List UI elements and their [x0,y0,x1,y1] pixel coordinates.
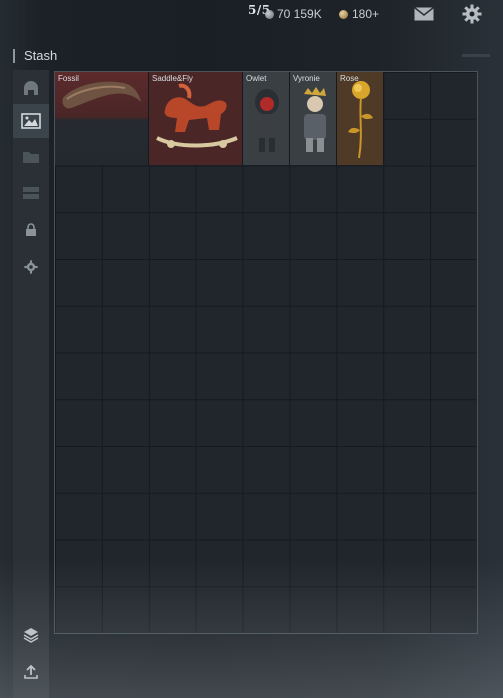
item-slot-fossil[interactable]: Fossil [55,72,149,165]
sidebar-item-settings[interactable] [13,250,49,284]
item-label: Saddle&Fly [152,74,193,83]
sidebar-item-layers[interactable] [13,618,49,652]
item-label: Vyronie [293,74,320,83]
sidebar-item-locked[interactable] [13,213,49,247]
item-slot-vyronie[interactable]: Vyronie [290,72,337,165]
sidebar-item-gallery[interactable] [13,104,49,138]
currency-amount: 70 159K [277,7,322,21]
folder-icon [23,152,39,163]
sidebar-item-upload[interactable] [13,655,49,689]
sidebar-item-equipment[interactable] [13,72,49,106]
currency-display: 70 159K [265,7,322,21]
lock-icon [26,223,36,236]
divider [462,54,490,57]
gallery-icon [21,113,41,129]
layers-icon [23,628,39,643]
upload-icon [24,664,38,679]
storage-icon [23,187,39,199]
item-slot-rose[interactable]: Rose [337,72,384,165]
stash-title: Stash [13,49,57,63]
gold-display[interactable]: 180+ [339,7,379,21]
gear-icon [24,260,38,274]
sidebar-item-storage[interactable] [13,176,49,210]
item-label: Owlet [246,74,267,83]
owlet-character-icon [255,89,279,152]
silver-coin-icon [265,9,274,19]
gold-coin-icon [339,9,348,19]
sidebar-item-folder[interactable] [13,140,49,174]
gold-amount: 180+ [352,7,380,21]
stash-grid: Fossil Saddle&Fly Owlet Vyronie Rose [54,71,478,634]
item-label: Fossil [58,74,79,83]
mail-icon[interactable] [414,7,434,21]
top-bar: 5/5 70 159K 180+ [0,0,503,30]
vyronie-character-icon [304,87,326,152]
golden-rose-icon [348,81,373,159]
helmet-icon [24,81,38,95]
item-slot-owlet[interactable]: Owlet [243,72,290,165]
item-slot-saddle-fly[interactable]: Saddle&Fly [149,72,243,165]
rocking-horse-icon [156,83,238,148]
stash-sidebar [13,70,49,698]
gear-icon[interactable] [462,4,482,24]
item-label: Rose [340,74,359,83]
